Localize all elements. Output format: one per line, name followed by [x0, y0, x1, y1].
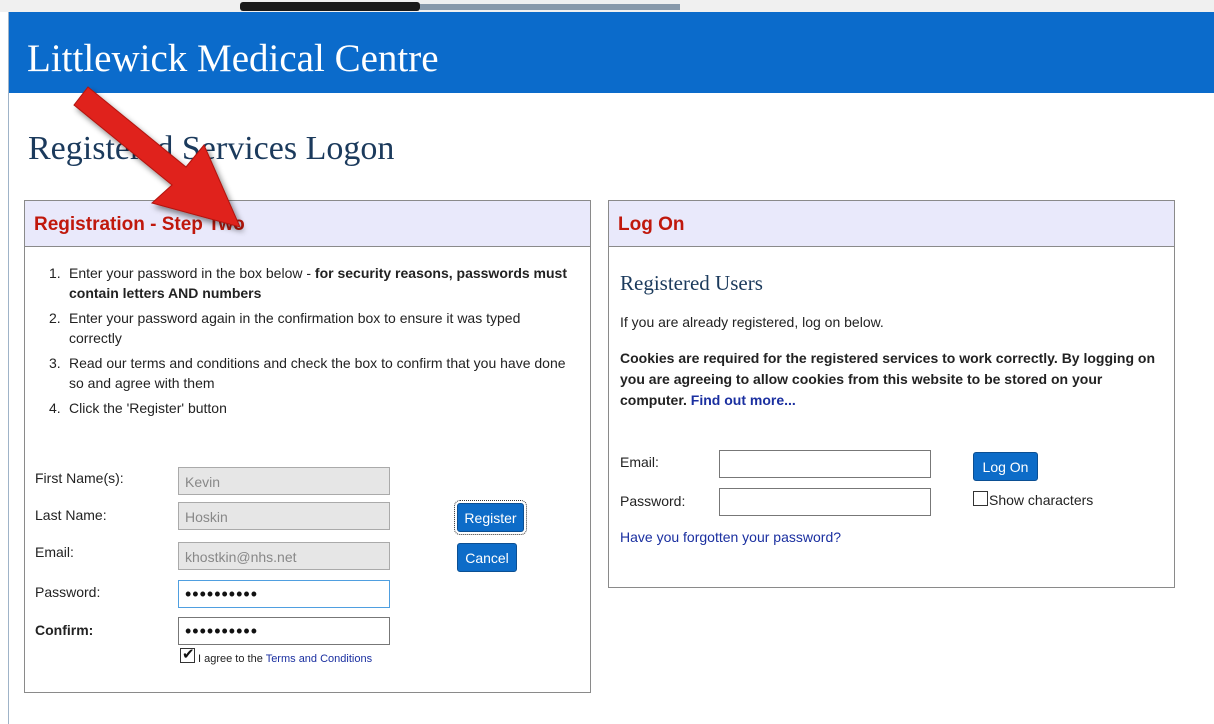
- first-name-label: First Name(s):: [35, 470, 124, 486]
- agree-terms-checkbox[interactable]: [180, 645, 195, 663]
- confirm-label: Confirm:: [35, 622, 94, 638]
- logon-heading: Log On: [609, 201, 1174, 247]
- cookies-notice: Cookies are required for the registered …: [620, 348, 1168, 411]
- registration-panel: Registration - Step Two 1. Enter your pa…: [24, 200, 591, 693]
- red-arrow-icon: [73, 86, 241, 228]
- left-border-line: [8, 12, 9, 724]
- register-button[interactable]: Register: [454, 500, 527, 535]
- step-number: 1.: [49, 265, 61, 281]
- email-label: Email:: [35, 544, 74, 560]
- forgot-password-link[interactable]: Have you forgotten your password?: [620, 529, 841, 545]
- logon-email-input[interactable]: [719, 450, 931, 478]
- step-item: 3. Read our terms and conditions and che…: [35, 353, 575, 393]
- logon-panel: Log On Registered Users If you are alrea…: [608, 200, 1175, 588]
- logon-password-input[interactable]: [719, 488, 931, 516]
- step-number: 2.: [49, 310, 61, 326]
- browser-top-strip: [0, 0, 1214, 12]
- site-title: Littlewick Medical Centre: [27, 37, 439, 80]
- step-item: 1. Enter your password in the box below …: [35, 263, 575, 303]
- step-text: Enter your password again in the confirm…: [69, 310, 521, 346]
- step-item: 4. Click the 'Register' button: [35, 398, 575, 418]
- cancel-button[interactable]: Cancel: [457, 543, 517, 572]
- top-strip-shadow: [240, 2, 420, 11]
- email-field[interactable]: khostkin@nhs.net: [178, 542, 390, 570]
- first-name-field[interactable]: Kevin: [178, 467, 390, 495]
- logon-email-label: Email:: [620, 454, 659, 470]
- show-characters-label: Show characters: [989, 492, 1094, 508]
- step-text: Read our terms and conditions and check …: [69, 355, 566, 391]
- registered-users-title: Registered Users: [620, 271, 763, 295]
- logon-button[interactable]: Log On: [973, 452, 1038, 481]
- logon-intro: If you are already registered, log on be…: [620, 314, 884, 330]
- step-text: Click the 'Register' button: [69, 400, 227, 416]
- last-name-label: Last Name:: [35, 507, 107, 523]
- step-number: 3.: [49, 355, 61, 371]
- agree-terms-text: I agree to the Terms and Conditions: [198, 653, 372, 665]
- agree-text: I agree to the: [198, 653, 266, 665]
- step-item: 2. Enter your password again in the conf…: [35, 308, 575, 348]
- top-strip-shadow-2: [420, 4, 680, 10]
- step-text: Enter your password in the box below -: [69, 265, 315, 281]
- password-field[interactable]: ••••••••••: [178, 580, 390, 608]
- site-header: Littlewick Medical Centre: [9, 12, 1214, 93]
- find-out-more-link[interactable]: Find out more...: [691, 392, 796, 408]
- show-characters-checkbox[interactable]: [973, 491, 988, 506]
- password-label: Password:: [35, 584, 101, 600]
- confirm-password-field[interactable]: ••••••••••: [178, 617, 390, 645]
- last-name-field[interactable]: Hoskin: [178, 502, 390, 530]
- terms-link[interactable]: Terms and Conditions: [266, 653, 372, 665]
- logon-password-label: Password:: [620, 493, 686, 509]
- step-number: 4.: [49, 400, 61, 416]
- registration-steps: 1. Enter your password in the box below …: [35, 263, 575, 423]
